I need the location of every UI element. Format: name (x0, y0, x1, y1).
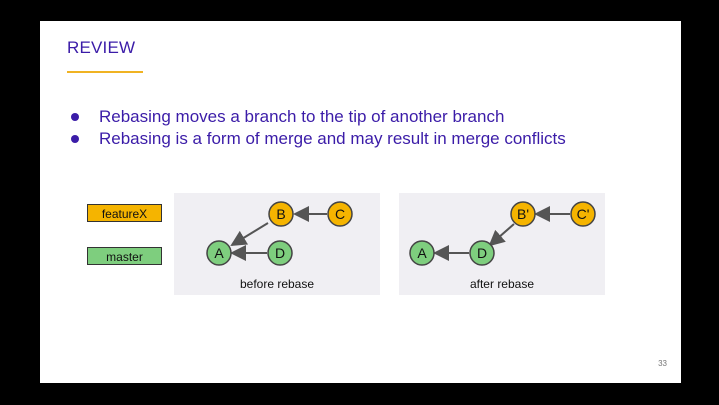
before-rebase-panel: B C A D before rebase (174, 193, 380, 295)
bullet-text: Rebasing is a form of merge and may resu… (99, 129, 566, 148)
edge-b-to-a (230, 222, 269, 247)
legend-master: master (87, 247, 162, 265)
bullet-item: Rebasing is a form of merge and may resu… (69, 128, 566, 150)
bullet-item: Rebasing moves a branch to the tip of an… (69, 106, 566, 128)
legend-featurex: featureX (87, 204, 162, 222)
bullet-list: Rebasing moves a branch to the tip of an… (69, 106, 566, 150)
after-rebase-caption: after rebase (469, 277, 535, 291)
page-number: 33 (658, 359, 667, 368)
commit-b-prime-label: B' (517, 206, 529, 222)
commit-d-label: D (275, 245, 285, 261)
slide-title: REVIEW (67, 38, 136, 57)
slide: REVIEW Rebasing moves a branch to the ti… (40, 21, 681, 383)
commit-a-label: A (214, 245, 224, 261)
bullet-dot-icon (71, 135, 79, 143)
commit-b-label: B (276, 206, 285, 222)
before-rebase-caption: before rebase (239, 277, 315, 291)
after-rebase-panel: B' C' A D after rebase (399, 193, 605, 295)
commit-c-prime-label: C' (577, 206, 590, 222)
commit-a-label: A (417, 245, 427, 261)
bullet-dot-icon (71, 113, 79, 121)
title-underline (67, 71, 143, 73)
commit-c-label: C (335, 206, 345, 222)
edge-b-to-d (488, 223, 515, 247)
bullet-text: Rebasing moves a branch to the tip of an… (99, 107, 505, 126)
commit-d-label: D (477, 245, 487, 261)
